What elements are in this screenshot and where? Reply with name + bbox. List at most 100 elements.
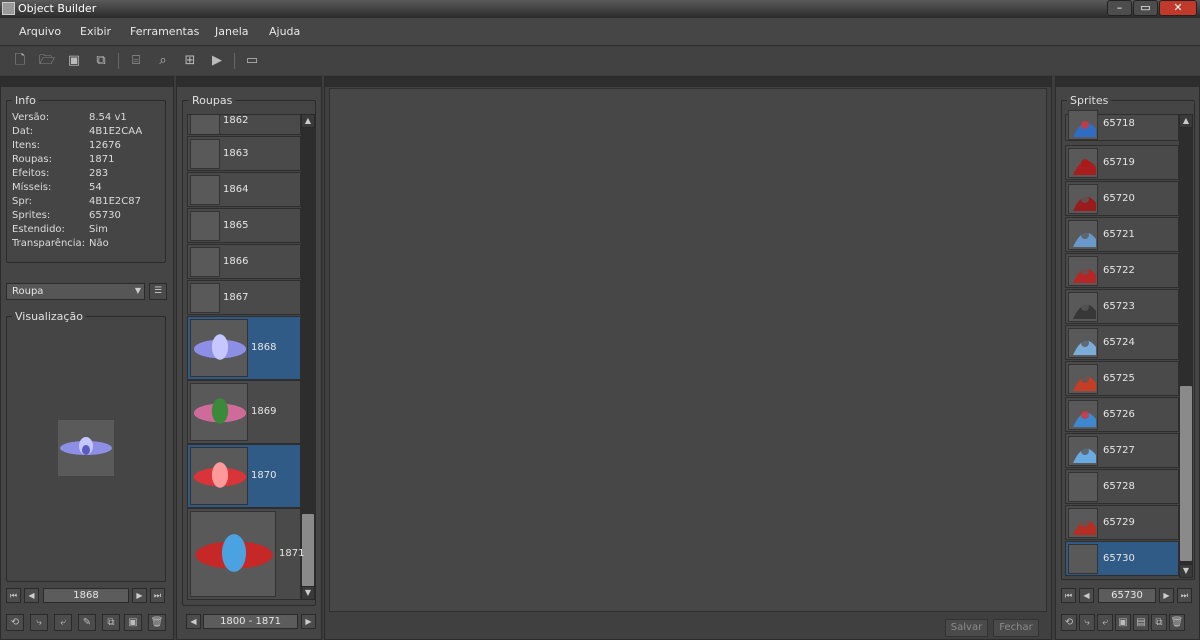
outfit-id: 1868 bbox=[251, 342, 277, 353]
sprite-thumbnail bbox=[1068, 292, 1098, 322]
replace-icon[interactable]: ⟲ bbox=[6, 614, 24, 631]
info-value: 283 bbox=[89, 168, 109, 179]
compile-icon[interactable]: ⌸ bbox=[127, 52, 145, 70]
sprite-thumbnail bbox=[1068, 110, 1098, 140]
last-page-button[interactable]: ⏭ bbox=[1177, 588, 1192, 603]
import-icon[interactable]: ⤷ bbox=[30, 614, 48, 631]
sprite-list-item[interactable]: 65721 bbox=[1065, 217, 1179, 252]
minimize-button[interactable]: – bbox=[1107, 0, 1132, 16]
next-page-button[interactable]: ▶ bbox=[132, 588, 147, 603]
save-sprite-icon[interactable]: ▤ bbox=[1133, 614, 1149, 631]
outfit-list-item[interactable]: 1867 bbox=[187, 280, 301, 315]
duplicate-icon[interactable]: ⧉ bbox=[102, 614, 120, 631]
outfit-list-item[interactable]: 1868 bbox=[187, 316, 301, 380]
info-key: Efeitos: bbox=[12, 168, 50, 179]
range-field[interactable]: 1800 - 1871 bbox=[203, 614, 298, 629]
save-button[interactable]: Salvar bbox=[945, 619, 988, 637]
new-icon[interactable]: ▣ bbox=[124, 614, 142, 631]
menu-janela[interactable]: Janela bbox=[215, 25, 249, 38]
menu-arquivo[interactable]: Arquivo bbox=[19, 25, 61, 38]
info-key: Spr: bbox=[12, 196, 32, 207]
outfit-list-item[interactable]: 1871 bbox=[187, 508, 305, 600]
sprite-thumbnail bbox=[1068, 472, 1098, 502]
sprite-list-item[interactable]: 65720 bbox=[1065, 181, 1179, 216]
sprite-id: 65718 bbox=[1103, 118, 1135, 129]
sprite-list-item[interactable]: 65728 bbox=[1065, 469, 1179, 504]
panel-header bbox=[325, 77, 1051, 87]
sprite-list-item[interactable]: 65729 bbox=[1065, 505, 1179, 540]
outfit-list-item[interactable]: 1869 bbox=[187, 380, 301, 444]
outfit-list-item[interactable]: 1870 bbox=[187, 444, 301, 508]
category-dropdown[interactable]: Roupa ▼ bbox=[6, 283, 145, 300]
new-icon[interactable]: ▣ bbox=[1115, 614, 1131, 631]
duplicate-icon[interactable]: ⧉ bbox=[1151, 614, 1167, 631]
menu-exibir[interactable]: Exibir bbox=[80, 25, 111, 38]
sprites-title: Sprites bbox=[1067, 94, 1112, 107]
sprite-list-item[interactable]: 65727 bbox=[1065, 433, 1179, 468]
outfit-id: 1870 bbox=[251, 470, 277, 481]
close-button[interactable]: Fechar bbox=[993, 619, 1039, 637]
delete-icon[interactable]: 🗑 bbox=[148, 614, 166, 631]
prev-page-button[interactable]: ◀ bbox=[24, 588, 39, 603]
left-id-field[interactable]: 1868 bbox=[43, 588, 129, 603]
sprite-id: 65725 bbox=[1103, 373, 1135, 384]
sprite-list-item[interactable]: 65730 bbox=[1065, 541, 1179, 576]
first-page-button[interactable]: ⏮ bbox=[1061, 588, 1076, 603]
outfit-id: 1871 bbox=[279, 548, 305, 559]
export-icon[interactable]: ⤶ bbox=[54, 614, 72, 631]
sprite-id: 65730 bbox=[1103, 553, 1135, 564]
sprite-list-item[interactable]: 65723 bbox=[1065, 289, 1179, 324]
delete-icon[interactable]: 🗑 bbox=[1169, 614, 1185, 631]
maximize-button[interactable]: ▭ bbox=[1133, 0, 1158, 16]
search-icon[interactable]: ⌕ bbox=[154, 52, 172, 70]
menu-ferramentas[interactable]: Ferramentas bbox=[130, 25, 199, 38]
edit-icon[interactable]: ✎ bbox=[78, 614, 96, 631]
outfit-list-item[interactable]: 1865 bbox=[187, 208, 301, 243]
sprite-list-item[interactable]: 65724 bbox=[1065, 325, 1179, 360]
next-range-button[interactable]: ▶ bbox=[301, 614, 316, 629]
save-icon[interactable]: ▣ bbox=[65, 52, 83, 70]
scroll-down-icon[interactable]: ▼ bbox=[301, 586, 315, 600]
import-icon[interactable]: ⤷ bbox=[1079, 614, 1095, 631]
window-title: Object Builder bbox=[18, 2, 97, 15]
outfit-list-item[interactable]: 1866 bbox=[187, 244, 301, 279]
outfit-list-item[interactable]: 1862 bbox=[187, 114, 301, 135]
sprite-id-field[interactable]: 65730 bbox=[1098, 588, 1156, 603]
sprite-list-item[interactable]: 65719 bbox=[1065, 145, 1179, 180]
sprite-list-item[interactable]: 65718 bbox=[1065, 110, 1179, 141]
first-page-button[interactable]: ⏮ bbox=[6, 588, 21, 603]
last-page-button[interactable]: ⏭ bbox=[150, 588, 165, 603]
sprite-list-item[interactable]: 65725 bbox=[1065, 361, 1179, 396]
scroll-up-icon[interactable]: ▲ bbox=[1179, 114, 1193, 128]
scroll-thumb[interactable] bbox=[1180, 386, 1192, 561]
menu-ajuda[interactable]: Ajuda bbox=[269, 25, 300, 38]
next-page-button[interactable]: ▶ bbox=[1159, 588, 1174, 603]
outfit-list-item[interactable]: 1864 bbox=[187, 172, 301, 207]
outfit-list-item[interactable]: 1863 bbox=[187, 136, 301, 171]
preview-canvas bbox=[58, 420, 114, 476]
save-as-icon[interactable]: ⧉ bbox=[92, 52, 110, 70]
scroll-down-icon[interactable]: ▼ bbox=[1179, 564, 1193, 578]
filter-list-icon[interactable]: ☰ bbox=[149, 283, 167, 300]
export-icon[interactable]: ⤶ bbox=[1097, 614, 1113, 631]
console-icon[interactable]: ▭ bbox=[243, 52, 261, 70]
replace-icon[interactable]: ⟲ bbox=[1061, 614, 1077, 631]
info-value: 65730 bbox=[89, 210, 121, 221]
toolbar-separator bbox=[118, 53, 119, 69]
grid-icon[interactable]: ⊞ bbox=[181, 52, 199, 70]
new-file-icon[interactable]: 🗋 bbox=[11, 52, 29, 70]
outfit-thumbnail bbox=[190, 319, 248, 377]
category-value: Roupa bbox=[12, 286, 44, 297]
roupas-scrollbar[interactable]: ▲ ▼ bbox=[301, 114, 315, 600]
close-window-button[interactable]: ✕ bbox=[1159, 0, 1197, 16]
prev-page-button[interactable]: ◀ bbox=[1079, 588, 1094, 603]
sprites-scrollbar[interactable]: ▲ ▼ bbox=[1179, 114, 1193, 578]
prev-range-button[interactable]: ◀ bbox=[186, 614, 201, 629]
sprite-list-item[interactable]: 65726 bbox=[1065, 397, 1179, 432]
play-icon[interactable]: ▶ bbox=[208, 52, 226, 70]
open-folder-icon[interactable]: 🗁 bbox=[38, 52, 56, 70]
sprite-list-item[interactable]: 65722 bbox=[1065, 253, 1179, 288]
info-value: Sim bbox=[89, 224, 108, 235]
scroll-up-icon[interactable]: ▲ bbox=[301, 114, 315, 128]
outfit-thumbnail bbox=[190, 211, 220, 241]
